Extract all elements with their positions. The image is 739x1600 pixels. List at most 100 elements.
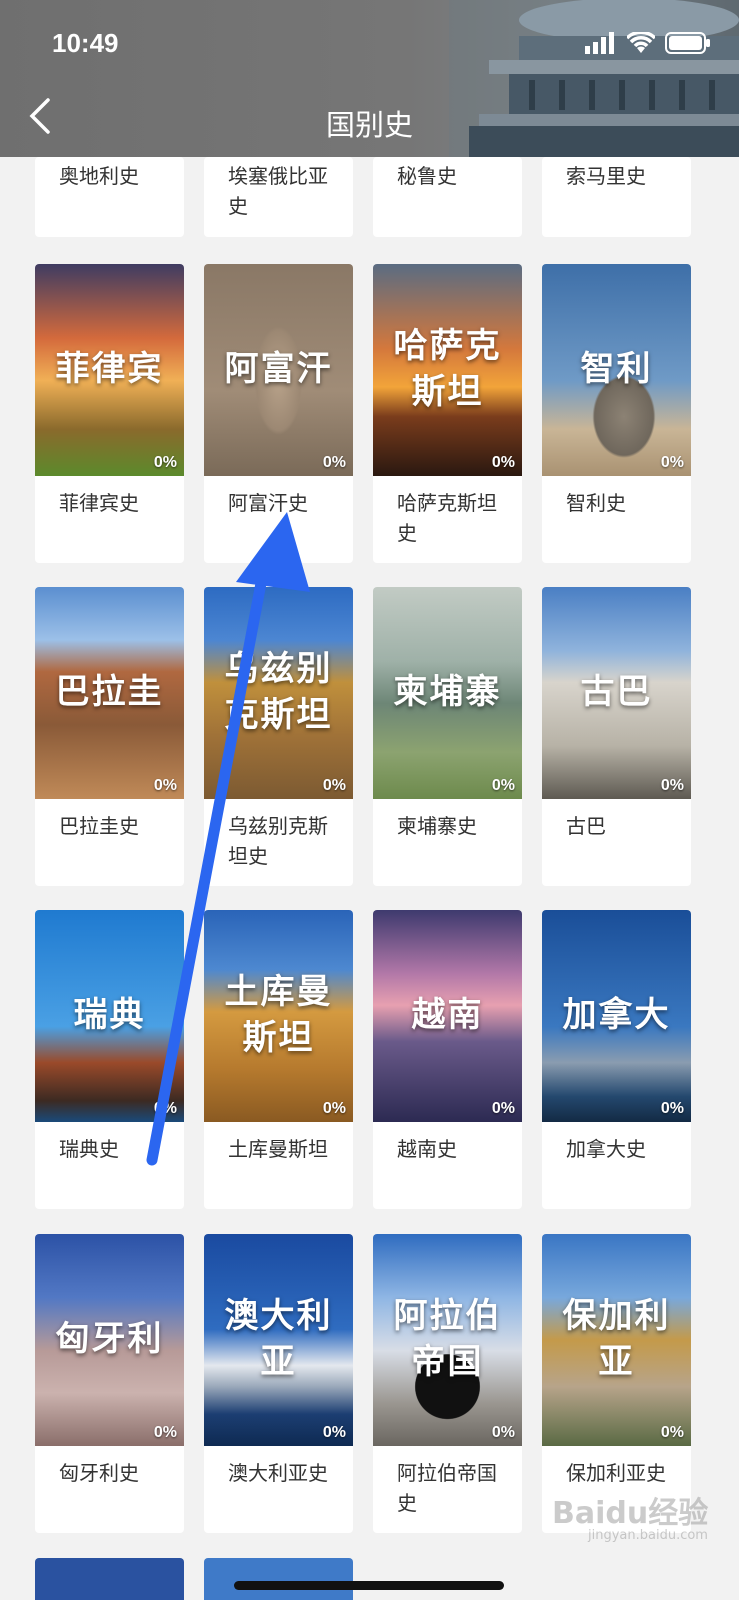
book-label: 土库曼斯坦 bbox=[228, 1137, 328, 1161]
book-cover: 智利 0% bbox=[542, 264, 691, 476]
progress-label: 0% bbox=[660, 777, 684, 794]
book-label: 索马里史 bbox=[566, 164, 646, 188]
book-card-afghanistan[interactable]: 阿富汗 0% 阿富汗史 bbox=[204, 264, 353, 563]
screen: 10:49 国别史 奥地利史 埃塞俄比亚史 秘鲁史 索马里史 菲律宾 0% 菲律… bbox=[0, 0, 739, 1600]
cover-title: 乌兹别克斯坦 bbox=[224, 649, 333, 735]
cover-title: 保加利亚 bbox=[562, 1296, 671, 1382]
book-cover: 保加利亚 0% bbox=[542, 1234, 691, 1446]
progress-label: 0% bbox=[491, 777, 515, 794]
book-label: 秘鲁史 bbox=[397, 164, 457, 188]
cover-title: 土库曼斯坦 bbox=[224, 972, 333, 1058]
book-card-austria[interactable]: 奥地利史 bbox=[35, 157, 184, 237]
cover-title: 匈牙利 bbox=[55, 1319, 164, 1360]
cover-title: 哈萨克斯坦 bbox=[393, 326, 502, 412]
book-label: 澳大利亚史 bbox=[228, 1461, 328, 1485]
book-label: 越南史 bbox=[397, 1137, 457, 1161]
progress-label: 0% bbox=[322, 1100, 346, 1117]
book-label: 菲律宾史 bbox=[59, 491, 139, 515]
book-label: 阿富汗史 bbox=[228, 491, 308, 515]
book-label: 瑞典史 bbox=[59, 1137, 119, 1161]
book-cover: 哈萨克斯坦 0% bbox=[373, 264, 522, 476]
book-card-somalia[interactable]: 索马里史 bbox=[542, 157, 691, 237]
cover-title: 智利 bbox=[580, 349, 653, 390]
book-cover: 澳大利亚 0% bbox=[204, 1234, 353, 1446]
book-cover: 匈牙利 0% bbox=[35, 1234, 184, 1446]
progress-label: 0% bbox=[660, 1100, 684, 1117]
book-card-kazakhstan[interactable]: 哈萨克斯坦 0% 哈萨克斯坦史 bbox=[373, 264, 522, 563]
book-cover: 柬埔寨 0% bbox=[373, 587, 522, 799]
book-card-peru[interactable]: 秘鲁史 bbox=[373, 157, 522, 237]
book-card-canada[interactable]: 加拿大 0% 加拿大史 bbox=[542, 910, 691, 1209]
progress-label: 0% bbox=[322, 777, 346, 794]
book-card-partial[interactable] bbox=[204, 1558, 353, 1600]
book-label: 匈牙利史 bbox=[59, 1461, 139, 1485]
watermark: Baidu经验 jingyan.baidu.com bbox=[552, 1488, 708, 1543]
progress-label: 0% bbox=[660, 454, 684, 471]
progress-label: 0% bbox=[153, 1100, 177, 1117]
book-card-uzbekistan[interactable]: 乌兹别克斯坦 0% 乌兹别克斯坦史 bbox=[204, 587, 353, 886]
page-title: 国别史 bbox=[325, 108, 413, 142]
book-card-paraguay[interactable]: 巴拉圭 0% 巴拉圭史 bbox=[35, 587, 184, 886]
book-card-vietnam[interactable]: 越南 0% 越南史 bbox=[373, 910, 522, 1209]
book-label: 奥地利史 bbox=[59, 164, 139, 188]
book-label: 加拿大史 bbox=[566, 1137, 646, 1161]
book-label: 阿拉伯帝国史 bbox=[397, 1461, 497, 1515]
book-cover: 巴拉圭 0% bbox=[35, 587, 184, 799]
book-label: 哈萨克斯坦史 bbox=[397, 491, 497, 545]
progress-label: 0% bbox=[491, 454, 515, 471]
nav-header: 10:49 国别史 bbox=[0, 0, 739, 157]
book-card-chile[interactable]: 智利 0% 智利史 bbox=[542, 264, 691, 563]
status-time: 10:49 bbox=[52, 28, 119, 58]
progress-label: 0% bbox=[153, 1424, 177, 1441]
cover-title: 古巴 bbox=[580, 672, 653, 713]
book-label: 乌兹别克斯坦史 bbox=[228, 814, 328, 868]
battery-icon bbox=[665, 32, 710, 54]
book-cover: 越南 0% bbox=[373, 910, 522, 1122]
cover-title: 菲律宾 bbox=[55, 349, 164, 390]
progress-label: 0% bbox=[322, 1424, 346, 1441]
book-cover: 加拿大 0% bbox=[542, 910, 691, 1122]
book-card-hungary[interactable]: 匈牙利 0% 匈牙利史 bbox=[35, 1234, 184, 1533]
progress-label: 0% bbox=[322, 454, 346, 471]
book-label: 埃塞俄比亚史 bbox=[228, 164, 328, 218]
book-card-partial[interactable] bbox=[35, 1558, 184, 1600]
book-label: 巴拉圭史 bbox=[59, 814, 139, 838]
book-cover: 阿拉伯帝国 0% bbox=[373, 1234, 522, 1446]
book-card-ethiopia[interactable]: 埃塞俄比亚史 bbox=[204, 157, 353, 237]
cover-title: 阿拉伯帝国 bbox=[393, 1296, 502, 1382]
progress-label: 0% bbox=[491, 1424, 515, 1441]
cover-title: 加拿大 bbox=[562, 995, 671, 1036]
cover-title: 瑞典 bbox=[73, 995, 146, 1036]
progress-label: 0% bbox=[153, 454, 177, 471]
book-cover: 瑞典 0% bbox=[35, 910, 184, 1122]
book-cover: 阿富汗 0% bbox=[204, 264, 353, 476]
book-cover: 古巴 0% bbox=[542, 587, 691, 799]
book-label: 柬埔寨史 bbox=[397, 814, 477, 838]
book-card-cambodia[interactable]: 柬埔寨 0% 柬埔寨史 bbox=[373, 587, 522, 886]
book-card-arab-empire[interactable]: 阿拉伯帝国 0% 阿拉伯帝国史 bbox=[373, 1234, 522, 1533]
book-card-sweden[interactable]: 瑞典 0% 瑞典史 bbox=[35, 910, 184, 1209]
progress-label: 0% bbox=[491, 1100, 515, 1117]
book-label: 古巴 bbox=[566, 814, 606, 838]
book-label: 智利史 bbox=[566, 491, 626, 515]
cover-title: 澳大利亚 bbox=[224, 1296, 333, 1382]
book-card-cuba[interactable]: 古巴 0% 古巴 bbox=[542, 587, 691, 886]
book-card-australia[interactable]: 澳大利亚 0% 澳大利亚史 bbox=[204, 1234, 353, 1533]
status-icons bbox=[585, 32, 711, 54]
book-cover: 土库曼斯坦 0% bbox=[204, 910, 353, 1122]
book-card-philippines[interactable]: 菲律宾 0% 菲律宾史 bbox=[35, 264, 184, 563]
watermark-brand: Baidu经验 bbox=[552, 1496, 709, 1531]
signal-icon bbox=[585, 32, 614, 54]
home-indicator bbox=[234, 1581, 504, 1590]
cover-title: 阿富汗 bbox=[224, 349, 333, 390]
cover-title: 柬埔寨 bbox=[393, 672, 502, 713]
cover-title: 越南 bbox=[411, 995, 484, 1036]
progress-label: 0% bbox=[153, 777, 177, 794]
book-cover: 菲律宾 0% bbox=[35, 264, 184, 476]
watermark-url: jingyan.baidu.com bbox=[588, 1528, 708, 1543]
wifi-icon bbox=[627, 32, 655, 53]
cover-title: 巴拉圭 bbox=[55, 672, 164, 713]
progress-label: 0% bbox=[660, 1424, 684, 1441]
book-cover: 乌兹别克斯坦 0% bbox=[204, 587, 353, 799]
book-card-turkmenistan[interactable]: 土库曼斯坦 0% 土库曼斯坦 bbox=[204, 910, 353, 1209]
